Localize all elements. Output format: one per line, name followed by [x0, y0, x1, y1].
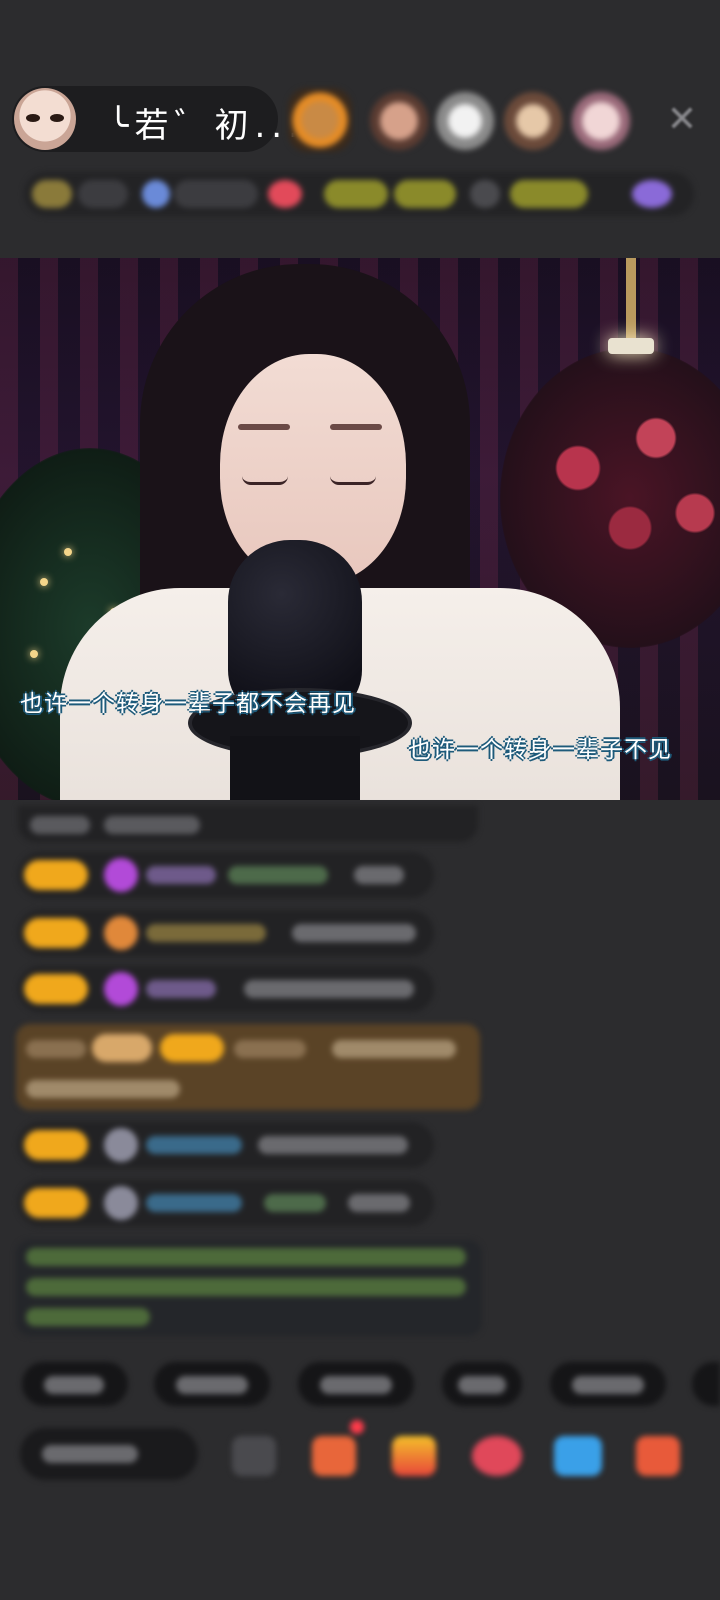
input-placeholder: [42, 1445, 138, 1463]
activity-icon[interactable]: [636, 1436, 680, 1476]
quick-reply-chip[interactable]: [22, 1362, 128, 1406]
fairy-light: [30, 650, 38, 658]
room-info-bar[interactable]: [24, 172, 694, 216]
user-name: [234, 1040, 306, 1058]
lyric-line-left: 也许一个转身一辈子都不会再见: [20, 691, 356, 717]
quick-reply-chip[interactable]: [154, 1362, 270, 1406]
user-icon: [104, 1128, 138, 1162]
level-chip: [32, 180, 72, 208]
top-viewer-avatar-4[interactable]: [504, 92, 562, 150]
notice-text: [26, 1248, 466, 1266]
quick-reply-chip[interactable]: [442, 1362, 522, 1406]
info-icon: [142, 180, 170, 208]
singer-eye: [330, 476, 376, 485]
user-name: [146, 1194, 242, 1212]
level-badge: [24, 860, 88, 890]
host-name[interactable]: ╰若゛初...: [108, 98, 305, 147]
comment-text: [228, 866, 328, 884]
comment-text: [244, 980, 414, 998]
system-notice: [16, 1240, 482, 1336]
level-badge: [24, 918, 88, 948]
comment-text: [354, 866, 404, 884]
info-chip: [394, 180, 456, 208]
fairy-light: [64, 548, 72, 556]
info-icon: [268, 180, 302, 208]
level-badge: [24, 974, 88, 1004]
live-video[interactable]: 也许一个转身一辈子都不会再见 也许一个转身一辈子不见: [0, 258, 720, 800]
comment-text: [26, 1080, 180, 1098]
gem-icon: [104, 972, 138, 1006]
info-chip: [510, 180, 588, 208]
comment-item: [18, 806, 478, 842]
info-chip: [470, 180, 500, 208]
user-name: [146, 980, 216, 998]
notice-text: [26, 1308, 150, 1326]
top-viewer-avatar-1[interactable]: [288, 88, 352, 152]
badge-icon: [104, 916, 138, 950]
close-icon[interactable]: ✕: [662, 100, 702, 140]
lyric-line-right: 也许一个转身一辈子不见: [408, 737, 672, 763]
chip-label: [458, 1376, 506, 1394]
gem-icon: [104, 858, 138, 892]
shop-icon[interactable]: [312, 1436, 356, 1476]
game-icon[interactable]: [554, 1436, 602, 1476]
host-avatar[interactable]: [14, 88, 76, 150]
level-badge: [24, 1188, 88, 1218]
quick-reply-chip[interactable]: [692, 1362, 720, 1406]
comment-text: [258, 1136, 408, 1154]
comment-text: [348, 1194, 410, 1212]
gift-icon[interactable]: [392, 1436, 436, 1476]
fairy-light: [40, 578, 48, 586]
chip-label: [44, 1376, 104, 1394]
avatar-eye-right: [50, 114, 64, 122]
comment-item: [18, 910, 434, 956]
info-chip: [324, 180, 388, 208]
comment-item: [18, 1180, 434, 1226]
user-name: [146, 1136, 242, 1154]
gift-badge: [92, 1034, 152, 1062]
more-icon[interactable]: [232, 1436, 276, 1476]
info-icon: [632, 180, 672, 208]
chip-label: [176, 1376, 248, 1394]
chip-label: [572, 1376, 644, 1394]
info-chip: [78, 180, 128, 208]
user-name: [146, 866, 216, 884]
top-viewer-avatar-3[interactable]: [436, 92, 494, 150]
comment-text: [264, 1194, 326, 1212]
singer-eye: [242, 476, 288, 485]
notification-dot: [350, 1420, 364, 1434]
comment-text: [104, 816, 200, 834]
quick-reply-chip[interactable]: [550, 1362, 666, 1406]
comment-text: [30, 816, 90, 834]
avatar-eye-left: [26, 114, 40, 122]
comment-text: [292, 924, 416, 942]
singer-brow: [238, 424, 290, 430]
singer-brow: [330, 424, 382, 430]
user-icon: [104, 1186, 138, 1220]
user-name: [146, 924, 266, 942]
comment-text: [332, 1040, 456, 1058]
lamp: [608, 338, 654, 354]
top-viewer-avatar-5[interactable]: [572, 92, 630, 150]
gift-message: [16, 1024, 480, 1110]
notice-text: [26, 1278, 466, 1296]
level-badge: [24, 1130, 88, 1160]
lamp-rod: [626, 258, 636, 340]
comment-text: [26, 1040, 86, 1058]
microphone-stand: [230, 736, 360, 800]
info-chip: [174, 180, 258, 208]
comment-item: [18, 1122, 434, 1168]
comment-item: [18, 966, 434, 1012]
interact-icon[interactable]: [472, 1436, 522, 1476]
top-viewer-avatar-2[interactable]: [370, 92, 428, 150]
quick-reply-chip[interactable]: [298, 1362, 414, 1406]
chip-label: [320, 1376, 392, 1394]
level-badge: [160, 1034, 224, 1062]
comment-item: [18, 852, 434, 898]
comment-input[interactable]: [20, 1428, 198, 1480]
